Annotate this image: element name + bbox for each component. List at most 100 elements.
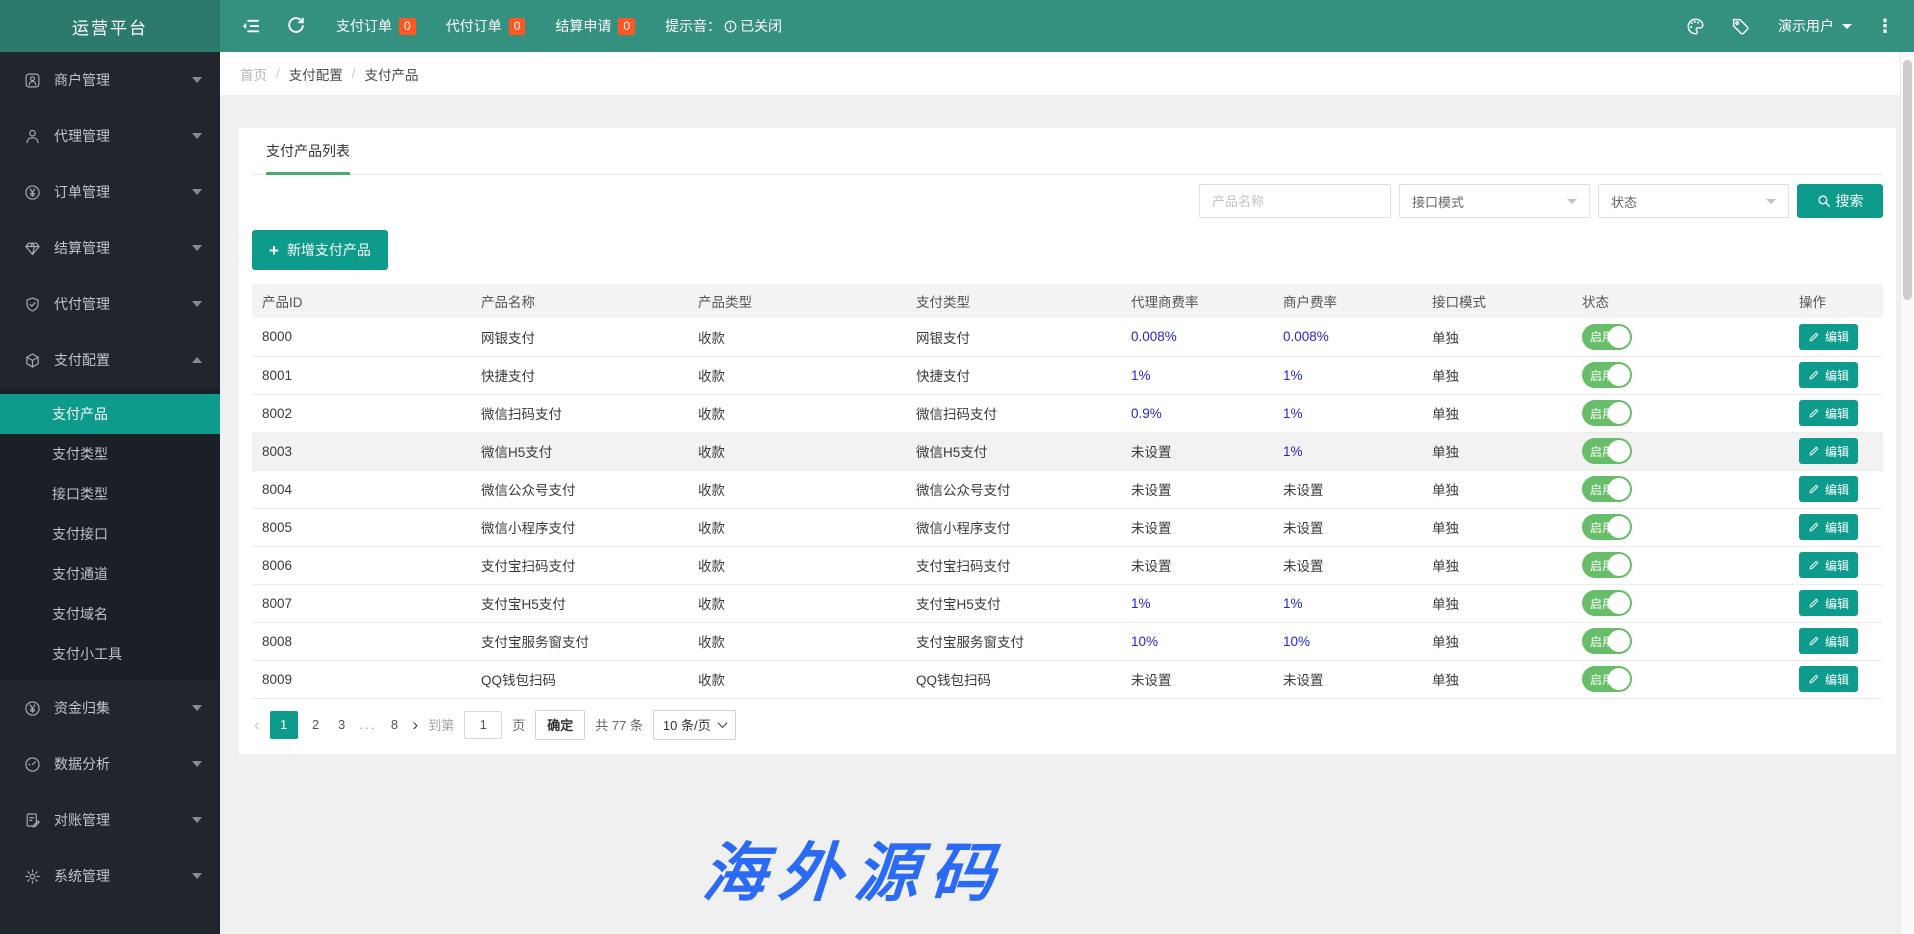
topnav-item-结算申请[interactable]: 结算申请0: [555, 16, 635, 36]
add-payment-product-button[interactable]: + 新增支付产品: [252, 230, 388, 270]
merchant-rate-link[interactable]: 1%: [1283, 406, 1303, 421]
status-select[interactable]: 状态: [1598, 184, 1789, 218]
pagination-page-2[interactable]: 2: [308, 717, 324, 732]
scrollbar-track[interactable]: [1900, 52, 1914, 934]
edit-button[interactable]: 编辑: [1799, 362, 1858, 388]
sidebar-subitem-支付通道[interactable]: 支付通道: [0, 554, 220, 594]
sidebar-item-结算管理[interactable]: 结算管理: [0, 220, 220, 276]
merchant-rate-link[interactable]: 10%: [1283, 634, 1310, 649]
status-toggle[interactable]: 启用: [1582, 552, 1632, 578]
page-size-select[interactable]: 10 条/页: [653, 710, 736, 740]
analytics-icon: [24, 756, 41, 773]
edit-button[interactable]: 编辑: [1799, 324, 1858, 350]
sidebar-item-商户管理[interactable]: 商户管理: [0, 52, 220, 108]
merchant-rate-link[interactable]: 1%: [1283, 596, 1303, 611]
sidebar-item-订单管理[interactable]: 订单管理: [0, 164, 220, 220]
theme-button[interactable]: [1686, 17, 1705, 36]
sidebar-item-系统管理[interactable]: 系统管理: [0, 848, 220, 904]
status-toggle[interactable]: 启用: [1582, 666, 1632, 692]
pagination-page-3[interactable]: 3: [334, 717, 350, 732]
agent-rate-link[interactable]: 0.9%: [1131, 406, 1162, 421]
breadcrumb-item-支付配置[interactable]: 支付配置: [289, 64, 343, 84]
edit-button[interactable]: 编辑: [1799, 666, 1858, 692]
status-toggle[interactable]: 启用: [1582, 476, 1632, 502]
toggle-knob: [1608, 402, 1630, 424]
status-toggle[interactable]: 启用: [1582, 628, 1632, 654]
chevron-down-icon: [192, 189, 202, 195]
pagination-prev-icon[interactable]: ‹: [254, 716, 260, 733]
interface-mode-cell: 单独: [1422, 584, 1572, 622]
pagination-page-1[interactable]: 1: [270, 711, 298, 739]
merchant-rate-link[interactable]: 1%: [1283, 444, 1303, 459]
status-toggle[interactable]: 启用: [1582, 514, 1632, 540]
actions-cell: 编辑: [1789, 470, 1883, 508]
agent-rate-link[interactable]: 1%: [1131, 596, 1151, 611]
more-menu-icon[interactable]: ⋮: [1876, 17, 1894, 35]
search-button[interactable]: 搜索: [1797, 184, 1883, 218]
interface-mode-cell: 单独: [1422, 432, 1572, 470]
product-name-cell: 微信H5支付: [471, 432, 688, 470]
breadcrumb-item-首页[interactable]: 首页: [240, 64, 267, 84]
count-badge: 0: [399, 18, 416, 35]
sidebar-subitem-支付接口[interactable]: 支付接口: [0, 514, 220, 554]
topnav-item-代付订单[interactable]: 代付订单0: [446, 16, 526, 36]
edit-button[interactable]: 编辑: [1799, 476, 1858, 502]
status-toggle[interactable]: 启用: [1582, 438, 1632, 464]
pencil-icon: [1808, 521, 1820, 533]
status-toggle[interactable]: 启用: [1582, 400, 1632, 426]
merchant-rate-link[interactable]: 1%: [1283, 368, 1303, 383]
sidebar-item-支付配置[interactable]: 支付配置: [0, 332, 220, 388]
user-menu[interactable]: 演示用户: [1778, 16, 1852, 36]
system-icon: [24, 868, 41, 885]
sidebar-collapse-button[interactable]: [240, 16, 260, 36]
edit-button[interactable]: 编辑: [1799, 400, 1858, 426]
status-cell: 启用: [1572, 508, 1789, 546]
status-toggle[interactable]: 启用: [1582, 362, 1632, 388]
edit-button[interactable]: 编辑: [1799, 628, 1858, 654]
sidebar-subitem-接口类型[interactable]: 接口类型: [0, 474, 220, 514]
pay-type-cell: QQ钱包扫码: [906, 660, 1121, 698]
sidebar-subitem-支付域名[interactable]: 支付域名: [0, 594, 220, 634]
scrollbar-thumb[interactable]: [1903, 60, 1912, 300]
actions-cell: 编辑: [1789, 356, 1883, 394]
palette-icon: [1686, 17, 1705, 36]
sidebar-item-代付管理[interactable]: 代付管理: [0, 276, 220, 332]
product-name-cell: 微信公众号支付: [471, 470, 688, 508]
product-name-input[interactable]: [1199, 184, 1391, 218]
agent-rate-link[interactable]: 1%: [1131, 368, 1151, 383]
tag-icon: [1731, 17, 1750, 36]
sidebar-subitem-支付产品[interactable]: 支付产品: [0, 394, 220, 434]
sidebar-item-代理管理[interactable]: 代理管理: [0, 108, 220, 164]
merchant-rate-link: 未设置: [1283, 483, 1324, 498]
edit-button[interactable]: 编辑: [1799, 552, 1858, 578]
tab-payment-product-list[interactable]: 支付产品列表: [266, 128, 350, 174]
column-header-状态: 状态: [1572, 284, 1789, 318]
info-icon: [723, 19, 738, 34]
sidebar-item-对账管理[interactable]: 对账管理: [0, 792, 220, 848]
status-toggle[interactable]: 启用: [1582, 590, 1632, 616]
merchant-rate-link[interactable]: 0.008%: [1283, 329, 1329, 344]
pagination-page-8[interactable]: 8: [387, 717, 403, 732]
agent-rate-link[interactable]: 10%: [1131, 634, 1158, 649]
edit-button[interactable]: 编辑: [1799, 514, 1858, 540]
refresh-button[interactable]: [286, 16, 306, 36]
edit-button[interactable]: 编辑: [1799, 438, 1858, 464]
topnav-item-支付订单[interactable]: 支付订单0: [336, 16, 416, 36]
tag-button[interactable]: [1731, 17, 1750, 36]
sidebar-item-资金归集[interactable]: 资金归集: [0, 680, 220, 736]
status-cell: 启用: [1572, 584, 1789, 622]
pagination-next-icon[interactable]: ›: [413, 716, 419, 733]
sidebar-subitem-支付类型[interactable]: 支付类型: [0, 434, 220, 474]
pencil-icon: [1808, 445, 1820, 457]
sidebar-subitem-支付小工具[interactable]: 支付小工具: [0, 634, 220, 674]
sidebar-item-数据分析[interactable]: 数据分析: [0, 736, 220, 792]
tab-bar: 支付产品列表: [252, 128, 1883, 175]
pagination-confirm-button[interactable]: 确定: [535, 710, 585, 740]
status-toggle[interactable]: 启用: [1582, 324, 1632, 350]
edit-button[interactable]: 编辑: [1799, 590, 1858, 616]
status-cell: 启用: [1572, 394, 1789, 432]
merchant-rate-link-cell: 10%: [1273, 622, 1422, 660]
pagination-jump-input[interactable]: [464, 711, 502, 739]
interface-mode-select[interactable]: 接口模式: [1399, 184, 1590, 218]
agent-rate-link[interactable]: 0.008%: [1131, 329, 1177, 344]
